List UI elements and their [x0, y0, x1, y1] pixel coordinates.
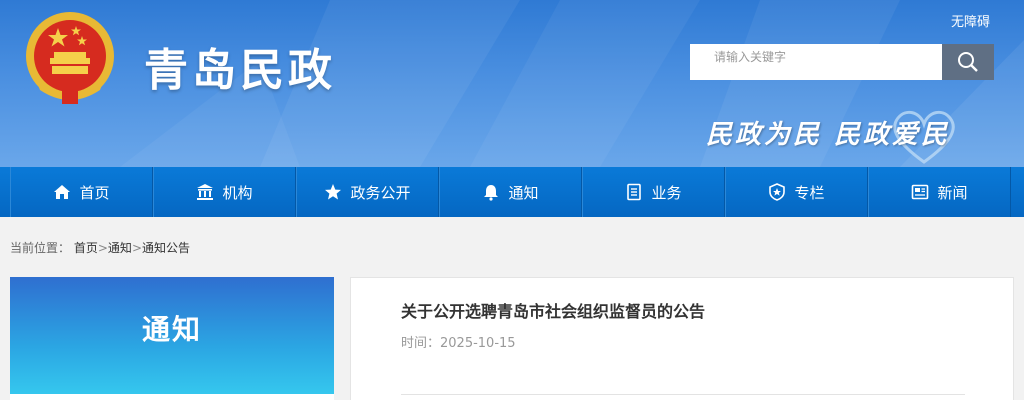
sidebar-title: 通知 [141, 312, 202, 346]
nav-item-label: 专栏 [794, 183, 825, 202]
search-input[interactable] [690, 44, 942, 80]
nav-item-label: 通知 [508, 183, 539, 202]
building-icon [196, 183, 214, 201]
nav-item-organization[interactable]: 机构 [153, 167, 296, 217]
nav-item-government-affairs[interactable]: 政务公开 [296, 167, 439, 217]
home-icon [53, 183, 71, 201]
article-panel: 关于公开选聘青岛市社会组织监督员的公告 时间：2025-10-15 [350, 277, 1014, 400]
sidebar-header: 通知 [10, 277, 334, 394]
search-button[interactable] [942, 44, 994, 80]
article-divider [401, 394, 965, 395]
news-icon [911, 183, 929, 201]
breadcrumb-prefix: 当前位置： [10, 241, 71, 255]
document-icon [625, 183, 643, 201]
site-title: 青岛民政 [144, 45, 336, 96]
nav-item-label: 首页 [79, 183, 110, 202]
nav-item-news[interactable]: 新闻 [868, 167, 1011, 217]
nav-item-notices[interactable]: 通知 [439, 167, 582, 217]
breadcrumb-separator: > [97, 241, 108, 255]
nav-item-special-column[interactable]: 专栏 [725, 167, 868, 217]
breadcrumb: 当前位置： 首页>通知>通知公告 [10, 239, 190, 256]
breadcrumb-separator: > [131, 241, 142, 255]
article-title: 关于公开选聘青岛市社会组织监督员的公告 [401, 302, 706, 321]
nav-item-label: 新闻 [937, 183, 968, 202]
nav-item-business[interactable]: 业务 [582, 167, 725, 217]
nav-item-label: 政务公开 [350, 183, 411, 202]
slogan: 民政为民 民政爱民 [706, 120, 951, 150]
breadcrumb-item-notices[interactable]: 通知 [108, 241, 132, 255]
article-date-label: 时间： [401, 336, 441, 351]
star-icon [324, 183, 342, 201]
sidebar-body [10, 394, 334, 400]
article-date-value: 2025-10-15 [440, 336, 516, 351]
bell-icon [482, 183, 500, 201]
breadcrumb-item-home[interactable]: 首页 [74, 241, 98, 255]
nav-item-home[interactable]: 首页 [10, 167, 153, 217]
badge-icon [768, 183, 786, 201]
breadcrumb-item-announcements[interactable]: 通知公告 [142, 241, 190, 255]
main-navigation: 首页 机构 政务公开 通知 业务 专栏 新闻 [0, 167, 1024, 217]
national-emblem-logo [26, 12, 114, 104]
header-banner: 青岛民政 无障碍 民政为民 民政爱民 [0, 0, 1024, 167]
search-icon [958, 52, 978, 72]
article-date: 时间：2025-10-15 [401, 332, 516, 351]
accessibility-link[interactable]: 无障碍 [951, 11, 990, 30]
nav-item-label: 业务 [651, 183, 682, 202]
nav-item-label: 机构 [222, 183, 253, 202]
